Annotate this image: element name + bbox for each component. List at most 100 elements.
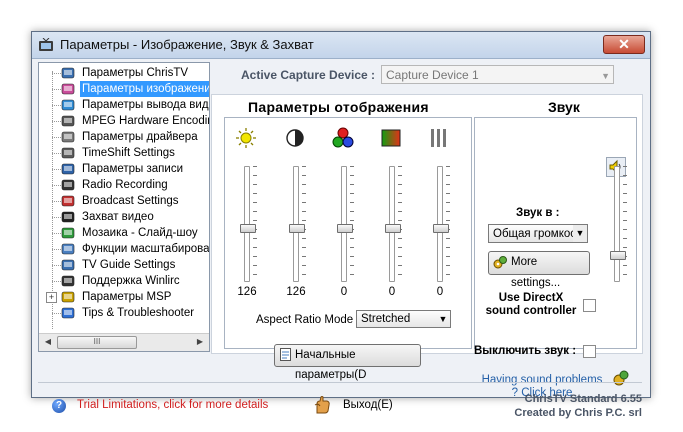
sun-icon: [236, 128, 256, 148]
hue-slider-ticks: [398, 166, 402, 280]
tree-guide-line: [52, 73, 61, 74]
title-bar[interactable]: Параметры - Изображение, Звук & Захват ✕: [32, 32, 650, 59]
sound-input-select[interactable]: Общая громкос ▼: [488, 224, 588, 243]
mute-checkbox[interactable]: [583, 345, 596, 358]
exit-button-label: Выход(E): [343, 399, 393, 411]
sound-group-title: Звук: [548, 99, 580, 115]
close-button[interactable]: ✕: [603, 35, 645, 54]
tv-icon: [61, 67, 75, 79]
scroll-right-icon[interactable]: ▶: [193, 336, 207, 348]
microphone-icon: [61, 179, 75, 191]
trial-limitations-link[interactable]: Trial Limitations, click for more detail…: [77, 399, 268, 411]
window-title: Параметры - Изображение, Звук & Захват: [60, 37, 314, 52]
troubleshoot-icon[interactable]: [613, 370, 629, 386]
volume-slider-thumb[interactable]: [610, 250, 626, 260]
camera-icon: [61, 211, 75, 223]
tree-guide-line: [52, 313, 61, 314]
scroll-left-icon[interactable]: ◀: [41, 336, 55, 348]
copyright-line: Created by Chris P.C. srl: [514, 407, 642, 419]
window-client: Параметры ChrisTV Параметры изображени Пар…: [38, 60, 643, 419]
hue-gradient-icon: [381, 129, 401, 147]
tree-item-label: Параметры вывода виде: [82, 99, 210, 111]
driver-icon: [61, 131, 75, 143]
brightness-slider-ticks: [253, 166, 257, 280]
tree-item-label: Параметры драйвера: [82, 131, 198, 143]
tree-guide-line: [52, 201, 61, 202]
tree-guide-line: [52, 217, 61, 218]
tree-item-label: Параметры изображени: [80, 81, 209, 97]
tree-item-label: Функции масштабирова: [82, 243, 210, 255]
sharpness-slider-thumb[interactable]: [433, 224, 449, 234]
more-settings-button[interactable]: More settings...: [488, 251, 590, 289]
tree-horizontal-scrollbar[interactable]: ◀ III ▶: [39, 333, 209, 351]
sound-input-value: Общая громкос: [493, 228, 577, 240]
tree-item-label: TimeShift Settings: [82, 147, 175, 159]
volume-slider-ticks: [623, 166, 627, 280]
exit-hand-icon: [314, 396, 330, 414]
clock-icon: [61, 147, 75, 159]
tree-guide-line: [52, 121, 61, 122]
saturation-slider-thumb[interactable]: [337, 224, 353, 234]
hue-slider-thumb[interactable]: [385, 224, 401, 234]
aspect-ratio-label: Aspect Ratio Mode :: [256, 314, 360, 326]
capture-device-label: Active Capture Device :: [241, 68, 376, 82]
tree-item-label: TV Guide Settings: [82, 259, 176, 271]
record-icon: [61, 163, 75, 175]
tree-guide-line: [52, 265, 61, 266]
tree-guide-line: [52, 233, 61, 234]
defaults-button[interactable]: Начальные параметры(D: [274, 344, 421, 381]
tv-app-icon: [39, 38, 53, 51]
footer-divider: [38, 382, 642, 383]
defaults-button-label: Начальные параметры(D: [295, 349, 367, 381]
scroll-thumb[interactable]: III: [57, 336, 137, 349]
tree-guide-line: [52, 71, 53, 329]
chevron-down-icon: ▼: [601, 71, 610, 81]
aspect-ratio-value: Stretched: [361, 313, 411, 325]
tree-guide-line: [52, 105, 61, 106]
tree-item-label: Параметры MSP: [82, 291, 172, 303]
sharpness-value: 0: [436, 286, 444, 298]
tree-guide-line: [52, 169, 61, 170]
display-group-title: Параметры отображения: [248, 99, 429, 115]
remote-icon: [61, 275, 75, 287]
settings-tree[interactable]: Параметры ChrisTV Параметры изображени Пар…: [38, 62, 210, 352]
chevron-down-icon: ▼: [573, 225, 587, 242]
brightness-slider-thumb[interactable]: [240, 224, 256, 234]
volume-slider-track[interactable]: [614, 166, 620, 282]
expand-icon[interactable]: +: [46, 292, 57, 303]
tree-guide-line: [52, 153, 61, 154]
zoom-icon: [61, 243, 75, 255]
aspect-ratio-select[interactable]: Stretched ▼: [356, 310, 451, 328]
tree-item-label: Захват видео: [82, 211, 154, 223]
tree-guide-line: [52, 281, 61, 282]
mute-label: Выключить звук :: [474, 345, 577, 357]
sound-input-label: Звук в :: [516, 207, 560, 219]
tree-item-label: Параметры записи: [82, 163, 183, 175]
chevron-down-icon: ▼: [438, 314, 448, 324]
document-icon: [280, 348, 291, 361]
exit-button[interactable]: Выход(E): [313, 395, 403, 415]
globe-icon: [61, 99, 75, 111]
mpeg-icon: [61, 115, 75, 127]
tree-item-label: Мозаика - Слайд-шоу: [82, 227, 198, 239]
capture-device-value: Capture Device 1: [386, 68, 479, 82]
tree-item-label: Radio Recording: [82, 179, 168, 191]
version-line: ChrisTV Standard 6.55: [524, 393, 642, 405]
sharpness-slider-ticks: [446, 166, 450, 280]
mosaic-icon: [61, 227, 75, 239]
more-settings-label: More settings...: [511, 256, 561, 289]
broadcast-icon: [61, 195, 75, 207]
contrast-slider-thumb[interactable]: [289, 224, 305, 234]
image-settings-icon: [61, 83, 75, 95]
tree-guide-line: [52, 185, 61, 186]
capture-device-select[interactable]: Capture Device 1 ▼: [381, 65, 614, 84]
color-circles-icon: [332, 127, 354, 148]
tree-item-label: Поддержка Winlirc: [82, 275, 180, 287]
contrast-value: 126: [286, 286, 306, 298]
contrast-icon: [286, 129, 304, 147]
help-icon[interactable]: ?: [52, 399, 66, 413]
saturation-slider-ticks: [350, 166, 354, 280]
directx-checkbox[interactable]: [583, 299, 596, 312]
tree-item-label: Параметры ChrisTV: [82, 67, 189, 79]
settings-gears-icon: [493, 256, 507, 269]
